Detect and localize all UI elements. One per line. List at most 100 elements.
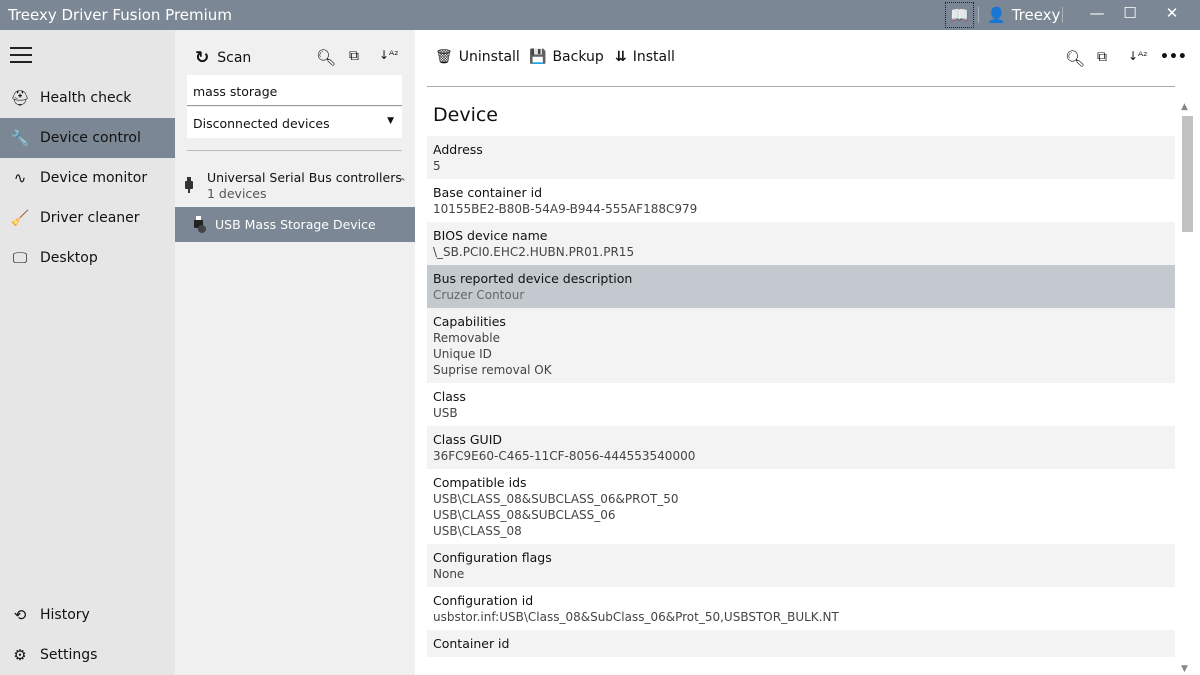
property-name: Container id [433, 636, 510, 651]
property-value: 36FC9E60-C465-11CF-8056-444553540000 [433, 449, 696, 463]
hamburger-menu-icon[interactable] [10, 47, 32, 63]
usb-plug-icon [185, 177, 193, 193]
property-value: USB\CLASS_08&SUBCLASS_06 [433, 508, 616, 522]
property-row[interactable]: Class USB [427, 383, 1175, 426]
medkit-icon: ⛑ [10, 89, 30, 107]
group-count: 1 devices [207, 186, 267, 201]
divider [1062, 7, 1063, 23]
property-value: usbstor.inf:USB\Class_08&SubClass_06&Pro… [433, 610, 839, 624]
close-button[interactable]: ✕ [1157, 4, 1187, 22]
property-name: Bus reported device description [433, 271, 633, 286]
scrollbar-thumb[interactable] [1182, 116, 1193, 232]
property-name: Configuration id [433, 593, 534, 608]
sidebar-item-device-control[interactable]: 🔧 Device control [0, 118, 175, 158]
save-icon: 💾 [529, 49, 547, 65]
property-name: Class [433, 389, 466, 404]
property-value: Removable [433, 331, 501, 345]
property-row[interactable]: BIOS device name \_SB.PCI0.EHC2.HUBN.PR01… [427, 222, 1175, 265]
usb-storage-icon [193, 215, 207, 234]
search-icon[interactable]: 🔍︎ [316, 48, 336, 67]
section-title: Device [433, 104, 498, 126]
scroll-up-icon[interactable]: ▲ [1181, 102, 1188, 112]
sort-az-icon[interactable]: ↓ᴬᶻ [379, 48, 399, 62]
user-settings-icon: 👤 [987, 6, 1006, 24]
maximize-button[interactable]: ☐ [1115, 4, 1145, 22]
property-value: Unique ID [433, 347, 492, 361]
property-name: Compatible ids [433, 475, 527, 490]
device-label: USB Mass Storage Device [215, 217, 376, 232]
property-value: 10155BE2-B80B-54A9-B944-555AF188C979 [433, 202, 698, 216]
chevron-up-icon[interactable]: ⌃ [398, 176, 407, 189]
device-group-usb[interactable]: Universal Serial Bus controllers 1 devic… [175, 168, 415, 204]
sidebar-item-settings[interactable]: ⚙ Settings [0, 635, 175, 675]
sidebar-item-driver-cleaner[interactable]: 🧹 Driver cleaner [0, 198, 175, 238]
sidebar-item-label: History [40, 607, 90, 623]
sidebar-item-label: Driver cleaner [40, 210, 140, 226]
property-row[interactable]: Base container id 10155BE2-B80B-54A9-B944… [427, 179, 1175, 222]
wrench-icon: 🔧 [10, 129, 30, 147]
property-row[interactable]: Configuration flags None [427, 544, 1175, 587]
scrollbar[interactable]: ▲ ▼ [1178, 102, 1195, 674]
property-name: Configuration flags [433, 550, 552, 565]
property-value: Suprise removal OK [433, 363, 552, 377]
refresh-icon: ↻ [195, 48, 210, 68]
monitor-icon: 🖵 [12, 249, 28, 267]
manual-book-icon[interactable]: 📖 [945, 2, 974, 28]
pulse-icon: ∿ [13, 169, 27, 187]
property-value: Cruzer Contour [433, 288, 525, 302]
scan-button[interactable]: ↻ Scan [195, 48, 251, 68]
gear-icon: ⚙ [13, 646, 27, 664]
sidebar-item-health-check[interactable]: ⛑ Health check [0, 78, 175, 118]
copy-icon[interactable]: ⧉ [1097, 49, 1107, 65]
property-row[interactable]: Capabilities Removable Unique ID Suprise re… [427, 308, 1175, 383]
divider [427, 86, 1175, 87]
property-row[interactable]: Container id [427, 630, 1175, 657]
sidebar-item-label: Device monitor [40, 170, 148, 186]
divider [978, 7, 979, 23]
history-icon: ⟲ [13, 606, 27, 624]
property-row[interactable]: Bus reported device description Cruzer Co… [427, 265, 1175, 308]
account-button[interactable]: 👤 Treexy [987, 6, 1060, 24]
sidebar-item-device-monitor[interactable]: ∿ Device monitor [0, 158, 175, 198]
property-value: USB\CLASS_08&SUBCLASS_06&PROT_50 [433, 492, 679, 506]
property-value: USB\CLASS_08 [433, 524, 522, 538]
double-chevron-down-icon: ⇊ [615, 49, 627, 65]
device-item[interactable]: USB Mass Storage Device [175, 207, 415, 242]
search-icon[interactable]: 🔍︎ [1065, 49, 1085, 68]
more-icon[interactable]: ••• [1160, 49, 1187, 65]
property-name: Class GUID [433, 432, 503, 447]
sidebar-item-label: Settings [40, 647, 98, 663]
property-row[interactable]: Class GUID 36FC9E60-C465-11CF-8056-444553… [427, 426, 1175, 469]
title-bar: Treexy Driver Fusion Premium 📖 👤 Treexy —… [0, 0, 1200, 30]
property-value: 5 [433, 159, 441, 173]
property-name: BIOS device name [433, 228, 548, 243]
install-button[interactable]: ⇊ Install [615, 49, 675, 65]
filter-dropdown[interactable]: Disconnected devices ▼ [187, 107, 402, 138]
group-label: Universal Serial Bus controllers [207, 170, 402, 185]
property-row[interactable]: Configuration id usbstor.inf:USB\Class_08… [427, 587, 1175, 630]
broom-icon: 🧹 [10, 209, 30, 227]
sidebar-item-label: Device control [40, 130, 141, 146]
search-input[interactable]: mass storage [187, 75, 402, 106]
backup-button[interactable]: 💾 Backup [529, 49, 604, 65]
uninstall-button[interactable]: 🗑 Uninstall [435, 49, 520, 65]
property-name: Capabilities [433, 314, 506, 329]
property-row[interactable]: Compatible ids USB\CLASS_08&SUBCLASS_06&P… [427, 469, 1175, 544]
property-row[interactable]: Address 5 [427, 136, 1175, 179]
sidebar: ⛑ Health check 🔧 Device control ∿ Device moni… [0, 30, 175, 675]
property-list: Address 5 Base container id 10155BE2-B80B-5… [427, 136, 1175, 663]
trash-icon: 🗑 [435, 49, 453, 65]
window-title: Treexy Driver Fusion Premium [8, 6, 232, 24]
copy-icon[interactable]: ⧉ [349, 48, 359, 64]
sidebar-item-label: Desktop [40, 250, 98, 266]
divider [187, 150, 402, 151]
scroll-down-icon[interactable]: ▼ [1181, 664, 1188, 674]
sort-az-icon[interactable]: ↓ᴬᶻ [1128, 49, 1148, 63]
sidebar-item-desktop[interactable]: 🖵 Desktop [0, 238, 175, 278]
property-name: Base container id [433, 185, 543, 200]
caret-down-icon: ▼ [387, 116, 394, 126]
property-value: None [433, 567, 465, 581]
property-value: \_SB.PCI0.EHC2.HUBN.PR01.PR15 [433, 245, 635, 259]
sidebar-item-history[interactable]: ⟲ History [0, 595, 175, 635]
minimize-button[interactable]: — [1082, 4, 1112, 22]
